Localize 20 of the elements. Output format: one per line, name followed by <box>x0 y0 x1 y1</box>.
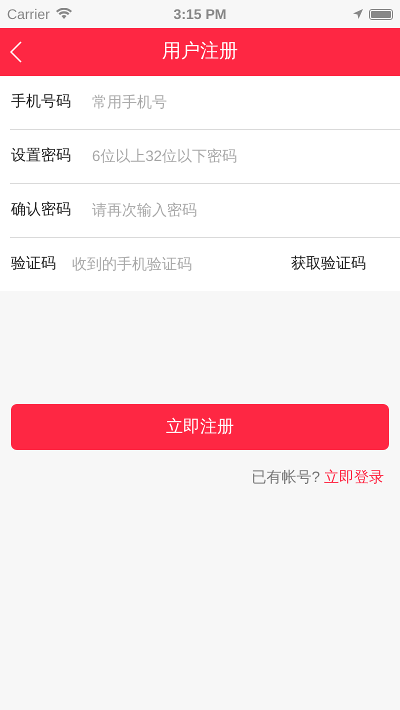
status-time: 3:15 PM <box>174 4 226 24</box>
location-icon <box>353 9 363 19</box>
field-label: 手机号码 <box>11 92 72 112</box>
login-prompt: 已有帐号? <box>252 468 320 488</box>
back-button[interactable] <box>10 40 24 64</box>
field-label: 确认密码 <box>11 200 72 220</box>
wifi-icon <box>56 8 72 20</box>
input-field[interactable]: 6位以上32位以下密码 <box>92 142 366 172</box>
back-icon <box>10 41 22 63</box>
input-field[interactable]: 收到的手机验证码 <box>72 250 291 280</box>
input-field[interactable]: 常用手机号 <box>92 88 366 118</box>
field-label: 验证码 <box>11 254 57 274</box>
field-label: 设置密码 <box>11 146 72 166</box>
register-button[interactable]: 立即注册 <box>11 404 389 450</box>
page-title: 用户注册 <box>162 40 238 64</box>
input-field[interactable]: 请再次输入密码 <box>92 196 366 226</box>
get-code-button[interactable]: 获取验证码 <box>291 253 366 276</box>
login-link[interactable]: 立即登录 <box>324 467 384 490</box>
carrier-label: Carrier <box>7 4 50 24</box>
battery-icon <box>369 8 393 20</box>
